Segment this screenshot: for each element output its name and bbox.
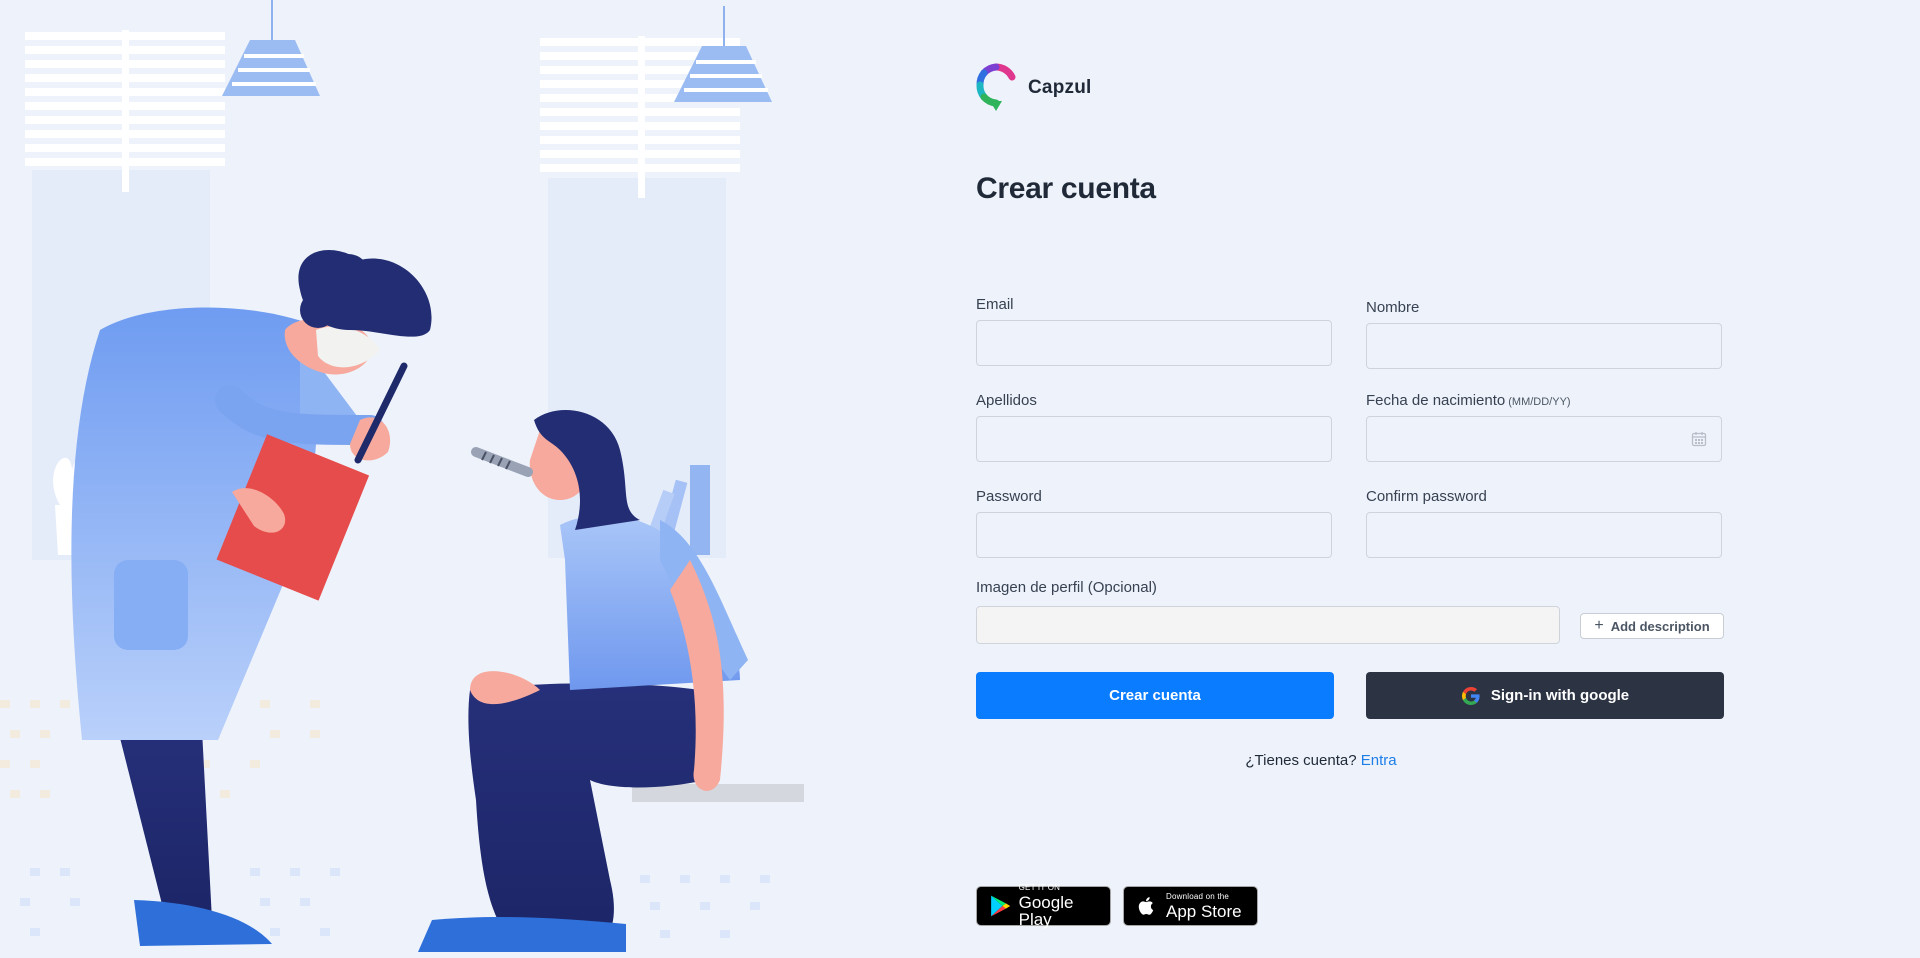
google-play-badge[interactable]: GET IT ON Google Play	[976, 883, 1111, 929]
brand-logo[interactable]: Capzul	[976, 63, 1091, 113]
email-label: Email	[976, 296, 1014, 313]
google-signin-button[interactable]: Sign-in with google	[1366, 672, 1724, 719]
apple-icon	[1138, 897, 1154, 915]
password-field-box	[976, 512, 1332, 558]
imagen-label: Imagen de perfil (Opcional)	[976, 579, 1157, 596]
app-store-big-text: App Store	[1166, 901, 1242, 921]
profile-image-input[interactable]	[976, 606, 1560, 644]
app-store-badge[interactable]: Download on the App Store	[1123, 886, 1258, 926]
email-field-box	[976, 320, 1332, 366]
nombre-label: Nombre	[1366, 299, 1420, 316]
app-store-small-text: Download on the	[1166, 891, 1230, 901]
signin-link[interactable]: Entra	[1361, 752, 1397, 769]
confirm-password-field[interactable]	[1367, 513, 1721, 557]
apellidos-field-box	[976, 416, 1332, 462]
nombre-field[interactable]	[1367, 324, 1721, 368]
nombre-field-box	[1366, 323, 1722, 369]
password-field[interactable]	[977, 513, 1331, 557]
confirm-password-label: Confirm password	[1366, 488, 1487, 505]
calendar-icon[interactable]	[1691, 431, 1707, 447]
signin-prompt: ¿Tienes cuenta? Entra	[976, 752, 1666, 769]
plus-icon: +	[1594, 617, 1604, 634]
signin-question: ¿Tienes cuenta?	[1245, 752, 1357, 769]
fecha-label: Fecha de nacimiento (MM/DD/YY)	[1366, 392, 1571, 409]
fecha-label-text: Fecha de nacimiento	[1366, 392, 1506, 409]
password-label: Password	[976, 488, 1042, 505]
capzul-logo-icon	[976, 63, 1016, 111]
google-signin-label: Sign-in with google	[1490, 687, 1630, 704]
fecha-field[interactable]	[1367, 417, 1721, 461]
fecha-field-box	[1366, 416, 1722, 462]
fecha-format-hint: (MM/DD/YY)	[1508, 396, 1571, 408]
add-description-button[interactable]: + Add description	[1580, 613, 1724, 639]
email-field[interactable]	[977, 321, 1331, 365]
google-icon	[1461, 686, 1480, 705]
brand-name: Capzul	[1028, 77, 1092, 98]
google-play-big-text: Google Play	[1018, 893, 1074, 929]
page-title: Crear cuenta	[976, 172, 1156, 205]
create-account-label: Crear cuenta	[1109, 687, 1201, 704]
confirm-password-field-box	[1366, 512, 1722, 558]
apellidos-field[interactable]	[977, 417, 1331, 461]
apellidos-label: Apellidos	[976, 392, 1037, 409]
doctor-patient-illustration	[0, 0, 804, 952]
google-play-icon	[991, 895, 1011, 917]
create-account-button[interactable]: Crear cuenta	[976, 672, 1334, 719]
add-description-label: Add description	[1610, 618, 1710, 634]
google-play-small-text: GET IT ON	[1018, 883, 1061, 892]
